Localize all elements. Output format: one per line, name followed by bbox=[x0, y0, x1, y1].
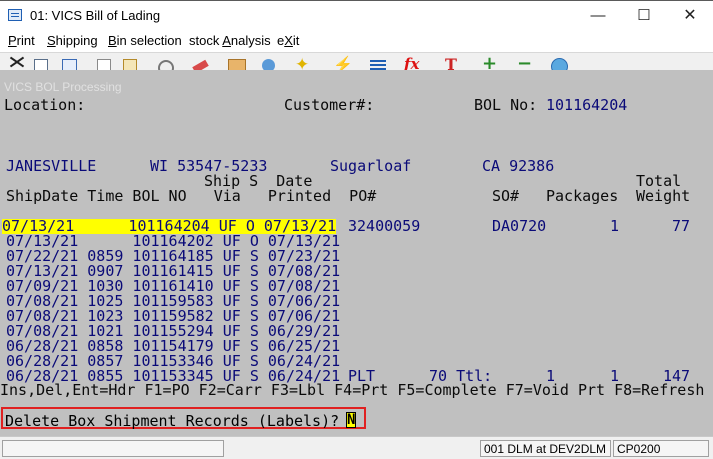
terminal-screen: VICS BOL Processing Location: Customer#:… bbox=[0, 70, 713, 404]
fx-icon[interactable] bbox=[402, 55, 424, 70]
document-icon[interactable] bbox=[58, 55, 80, 70]
to-name: Sugarloaf bbox=[330, 157, 412, 175]
menu-shipping[interactable]: Shipping bbox=[47, 33, 98, 48]
header-line2: ShipDate Time BOL NO Via Printed PO# bbox=[6, 187, 377, 205]
header-weight: Weight bbox=[636, 187, 691, 205]
status-cell-user: 001 DLM at DEV2DLM bbox=[480, 440, 611, 457]
globe-icon[interactable] bbox=[547, 55, 569, 70]
minus-icon[interactable] bbox=[512, 53, 534, 70]
row-packages: 1 bbox=[610, 217, 620, 235]
clipboard-icon[interactable] bbox=[118, 55, 140, 70]
status-cell-message bbox=[2, 440, 224, 457]
app-icon bbox=[8, 9, 22, 21]
bol-label: BOL No: bbox=[474, 96, 538, 114]
menu-exit[interactable]: eXit bbox=[277, 33, 299, 48]
terminal-title: VICS BOL Processing bbox=[4, 80, 122, 94]
menu-bar: Print Shipping Bin selection stock Analy… bbox=[0, 30, 713, 52]
star-icon[interactable] bbox=[292, 55, 314, 70]
scissors-icon[interactable] bbox=[6, 55, 28, 70]
window-title: 01: VICS Bill of Lading bbox=[30, 8, 161, 23]
location-label: Location: bbox=[4, 96, 86, 114]
title-bar: 01: VICS Bill of Lading — ☐ ✕ bbox=[0, 0, 713, 30]
menu-bin-selection[interactable]: Bin selection bbox=[108, 33, 182, 48]
text-icon[interactable] bbox=[440, 55, 462, 70]
row-po: 32400059 bbox=[348, 217, 421, 235]
plus-icon[interactable] bbox=[477, 53, 499, 70]
close-button[interactable]: ✕ bbox=[667, 1, 713, 31]
bol-value: 101164204 bbox=[546, 96, 628, 114]
eraser-icon[interactable] bbox=[190, 55, 212, 70]
prompt-bar: Delete Box Shipment Records (Labels)? N bbox=[0, 404, 713, 436]
function-keys: Ins,Del,Ent=Hdr F1=PO F2=Carr F3=Lbl F4=… bbox=[0, 381, 705, 399]
menu-stock-analysis[interactable]: stock Analysis bbox=[189, 33, 271, 48]
status-bar: 001 DLM at DEV2DLM CP0200 bbox=[0, 436, 713, 459]
paste-icon[interactable] bbox=[92, 55, 114, 70]
prompt-input[interactable]: N bbox=[346, 412, 356, 428]
menu-print[interactable]: Print bbox=[8, 33, 35, 48]
status-cell-program: CP0200 bbox=[613, 440, 709, 457]
row-weight: 77 bbox=[672, 217, 691, 235]
minimize-button[interactable]: — bbox=[575, 1, 621, 31]
header-packages: Packages bbox=[546, 187, 619, 205]
bolt-icon[interactable] bbox=[330, 55, 353, 70]
prompt-text: Delete Box Shipment Records (Labels)? bbox=[5, 412, 340, 430]
lines-icon[interactable] bbox=[367, 55, 389, 70]
gear-icon[interactable] bbox=[153, 55, 175, 70]
customer-label: Customer#: bbox=[284, 96, 375, 114]
row-so: DA0720 bbox=[492, 217, 547, 235]
box-icon[interactable] bbox=[225, 55, 247, 70]
from-city: JANESVILLE bbox=[6, 157, 97, 175]
to-state-zip: CA 92386 bbox=[482, 157, 555, 175]
maximize-button[interactable]: ☐ bbox=[621, 1, 667, 31]
toolbar bbox=[0, 52, 713, 70]
copy-icon[interactable] bbox=[30, 55, 52, 70]
prompt-highlight: Delete Box Shipment Records (Labels)? N bbox=[1, 407, 366, 430]
header-so: SO# bbox=[492, 187, 520, 205]
users-icon[interactable] bbox=[258, 55, 280, 70]
